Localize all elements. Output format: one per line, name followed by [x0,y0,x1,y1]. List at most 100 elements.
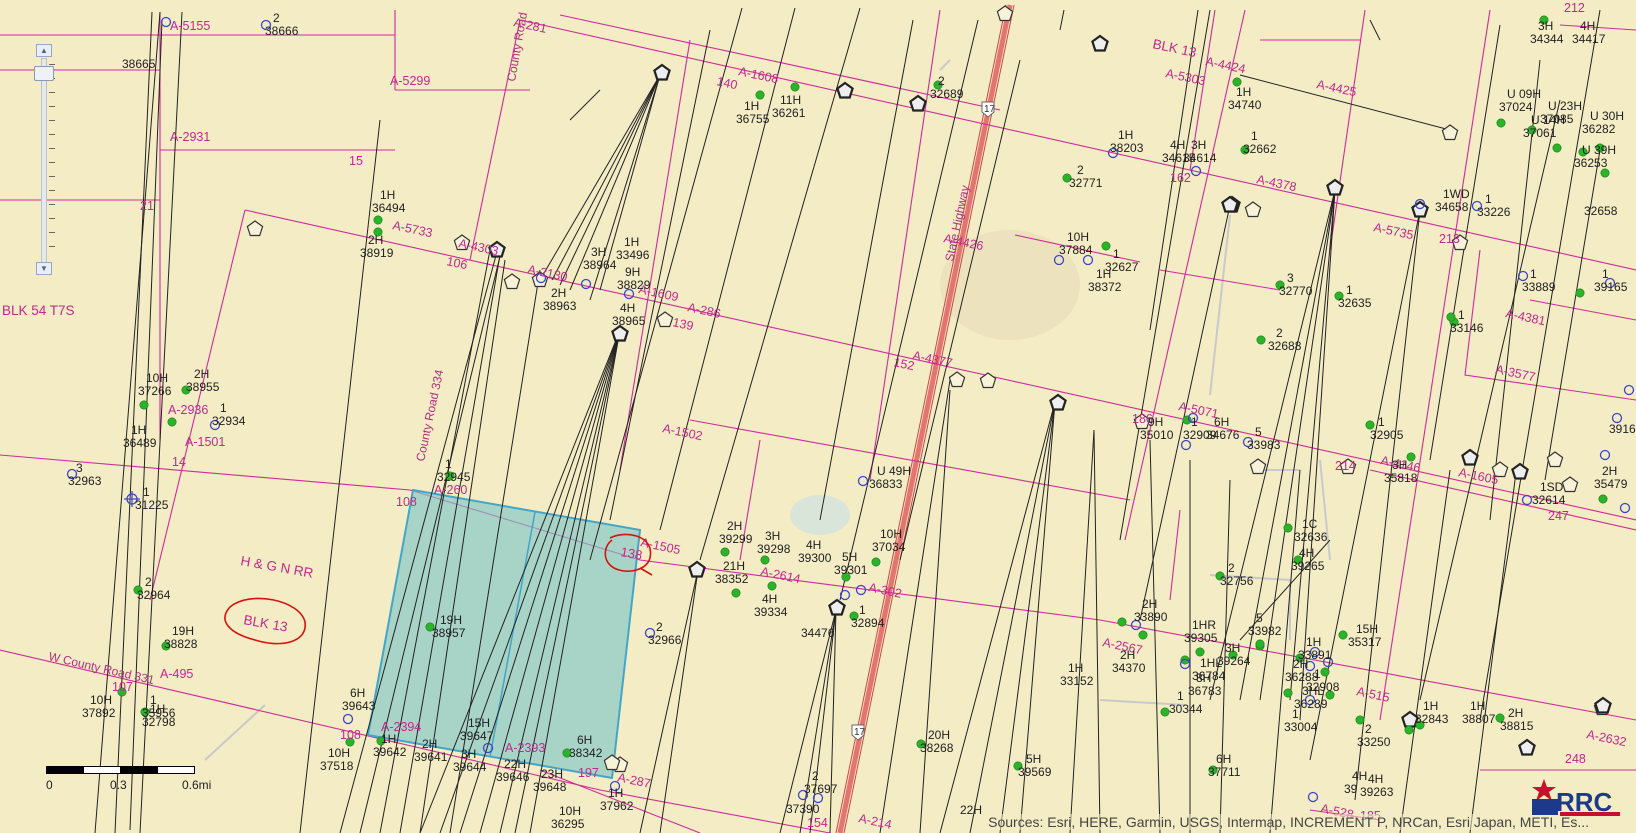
svg-text:2: 2 [145,575,152,589]
well-label[interactable]: 37390 [786,802,820,816]
survey-label: 162 [1170,171,1191,185]
svg-text:2: 2 [938,74,945,88]
svg-text:35818: 35818 [1384,471,1418,485]
svg-text:35479: 35479 [1594,477,1628,491]
svg-text:2H: 2H [194,367,209,381]
svg-text:5H: 5H [1026,752,1041,766]
svg-text:39265: 39265 [1291,559,1325,573]
survey-label: A-5155 [170,19,210,33]
svg-text:1H: 1H [608,786,623,800]
svg-text:39648: 39648 [533,780,567,794]
svg-text:36494: 36494 [372,201,406,215]
svg-text:32905: 32905 [1370,428,1404,442]
svg-text:1: 1 [1346,283,1353,297]
svg-text:35956: 35956 [142,706,176,720]
svg-text:U 49H: U 49H [877,464,911,478]
svg-text:37518: 37518 [320,759,354,773]
svg-text:37892: 37892 [82,706,116,720]
svg-text:2H: 2H [1602,464,1617,478]
svg-text:34417: 34417 [1572,32,1606,46]
svg-text:1H: 1H [1118,128,1133,142]
svg-text:9H: 9H [625,265,640,279]
svg-text:21H: 21H [723,559,745,573]
zoom-in-button[interactable]: ▲ [36,44,52,57]
svg-text:36253: 36253 [1574,156,1608,170]
svg-text:2: 2 [1228,561,1235,575]
svg-text:1: 1 [1251,129,1258,143]
zoom-thumb[interactable] [34,66,54,81]
survey-label: A-5299 [390,74,430,88]
well-label[interactable]: 39166 [1609,422,1636,436]
svg-text:1: 1 [1314,667,1321,681]
svg-text:32771: 32771 [1069,176,1103,190]
svg-text:1: 1 [1191,415,1198,429]
terrain-shade [790,495,850,535]
svg-text:33152: 33152 [1060,674,1094,688]
svg-text:33146: 33146 [1450,321,1484,335]
svg-text:1: 1 [143,485,150,499]
svg-text:38807: 38807 [1462,712,1496,726]
svg-text:15H: 15H [1356,622,1378,636]
svg-text:3: 3 [76,461,83,475]
svg-text:2: 2 [812,769,819,783]
svg-text:2: 2 [656,620,663,634]
svg-text:1H: 1H [1236,85,1251,99]
svg-text:2H: 2H [551,286,566,300]
svg-text:39300: 39300 [798,551,832,565]
svg-text:1H: 1H [624,235,639,249]
svg-text:36833: 36833 [869,477,903,491]
svg-text:20H: 20H [928,728,950,742]
svg-text:U 09H: U 09H [1507,87,1541,101]
well-label[interactable]: 34476 [801,626,835,640]
svg-text:32756: 32756 [1220,574,1254,588]
survey-label: 197 [578,766,599,780]
svg-text:38955: 38955 [186,380,220,394]
scale-bar: 0 0.3 0.6mi [46,766,211,802]
svg-text:37884: 37884 [1059,243,1093,257]
svg-text:39305: 39305 [1184,631,1218,645]
svg-text:4H: 4H [762,592,777,606]
svg-text:6H: 6H [577,733,592,747]
zoom-slider[interactable]: ▲ ▼ [34,44,55,275]
zoom-out-button[interactable]: ▼ [36,262,52,275]
scale-tick-2: 0.6mi [182,778,212,792]
svg-text:10H: 10H [1067,230,1089,244]
svg-text:33890: 33890 [1134,610,1168,624]
map-canvas[interactable]: A-5155A-2931A-5299A-5733A-281A-1608A-430… [0,0,1636,833]
well-label[interactable]: 22H [960,803,982,817]
svg-text:35010: 35010 [1140,428,1174,442]
svg-text:37061: 37061 [1523,126,1557,140]
svg-text:U 39H: U 39H [1582,143,1616,157]
svg-text:32945: 32945 [437,470,471,484]
svg-text:34614: 34614 [1183,151,1217,165]
well-label[interactable]: 32658 [1584,204,1618,218]
svg-text:2H: 2H [1142,597,1157,611]
survey-label: A-2393 [505,741,545,755]
svg-text:36289: 36289 [1294,697,1328,711]
survey-label: A-2931 [170,130,210,144]
svg-text:32635: 32635 [1338,296,1372,310]
svg-text:1: 1 [445,457,452,471]
zoom-track[interactable] [41,58,47,263]
svg-text:1: 1 [1530,267,1537,281]
svg-text:38964: 38964 [583,258,617,272]
svg-text:2H: 2H [1120,648,1135,662]
well-label[interactable]: 38665 [122,57,156,71]
svg-text:5: 5 [1255,425,1262,439]
svg-text:33496: 33496 [616,248,650,262]
svg-text:37024: 37024 [1499,100,1533,114]
svg-text:38352: 38352 [715,572,749,586]
svg-text:36755: 36755 [736,112,770,126]
survey-label: 14 [172,455,186,469]
svg-text:4H: 4H [1580,19,1595,33]
svg-text:17: 17 [854,727,866,738]
survey-label: 107 [112,680,133,694]
svg-text:6H: 6H [1214,415,1229,429]
svg-text:34370: 34370 [1112,661,1146,675]
svg-text:22H: 22H [960,803,982,817]
scale-segment [83,766,121,774]
svg-text:39301: 39301 [834,563,868,577]
survey-label: A-1501 [185,435,225,449]
svg-text:38963: 38963 [543,299,577,313]
svg-text:34658: 34658 [1435,200,1469,214]
